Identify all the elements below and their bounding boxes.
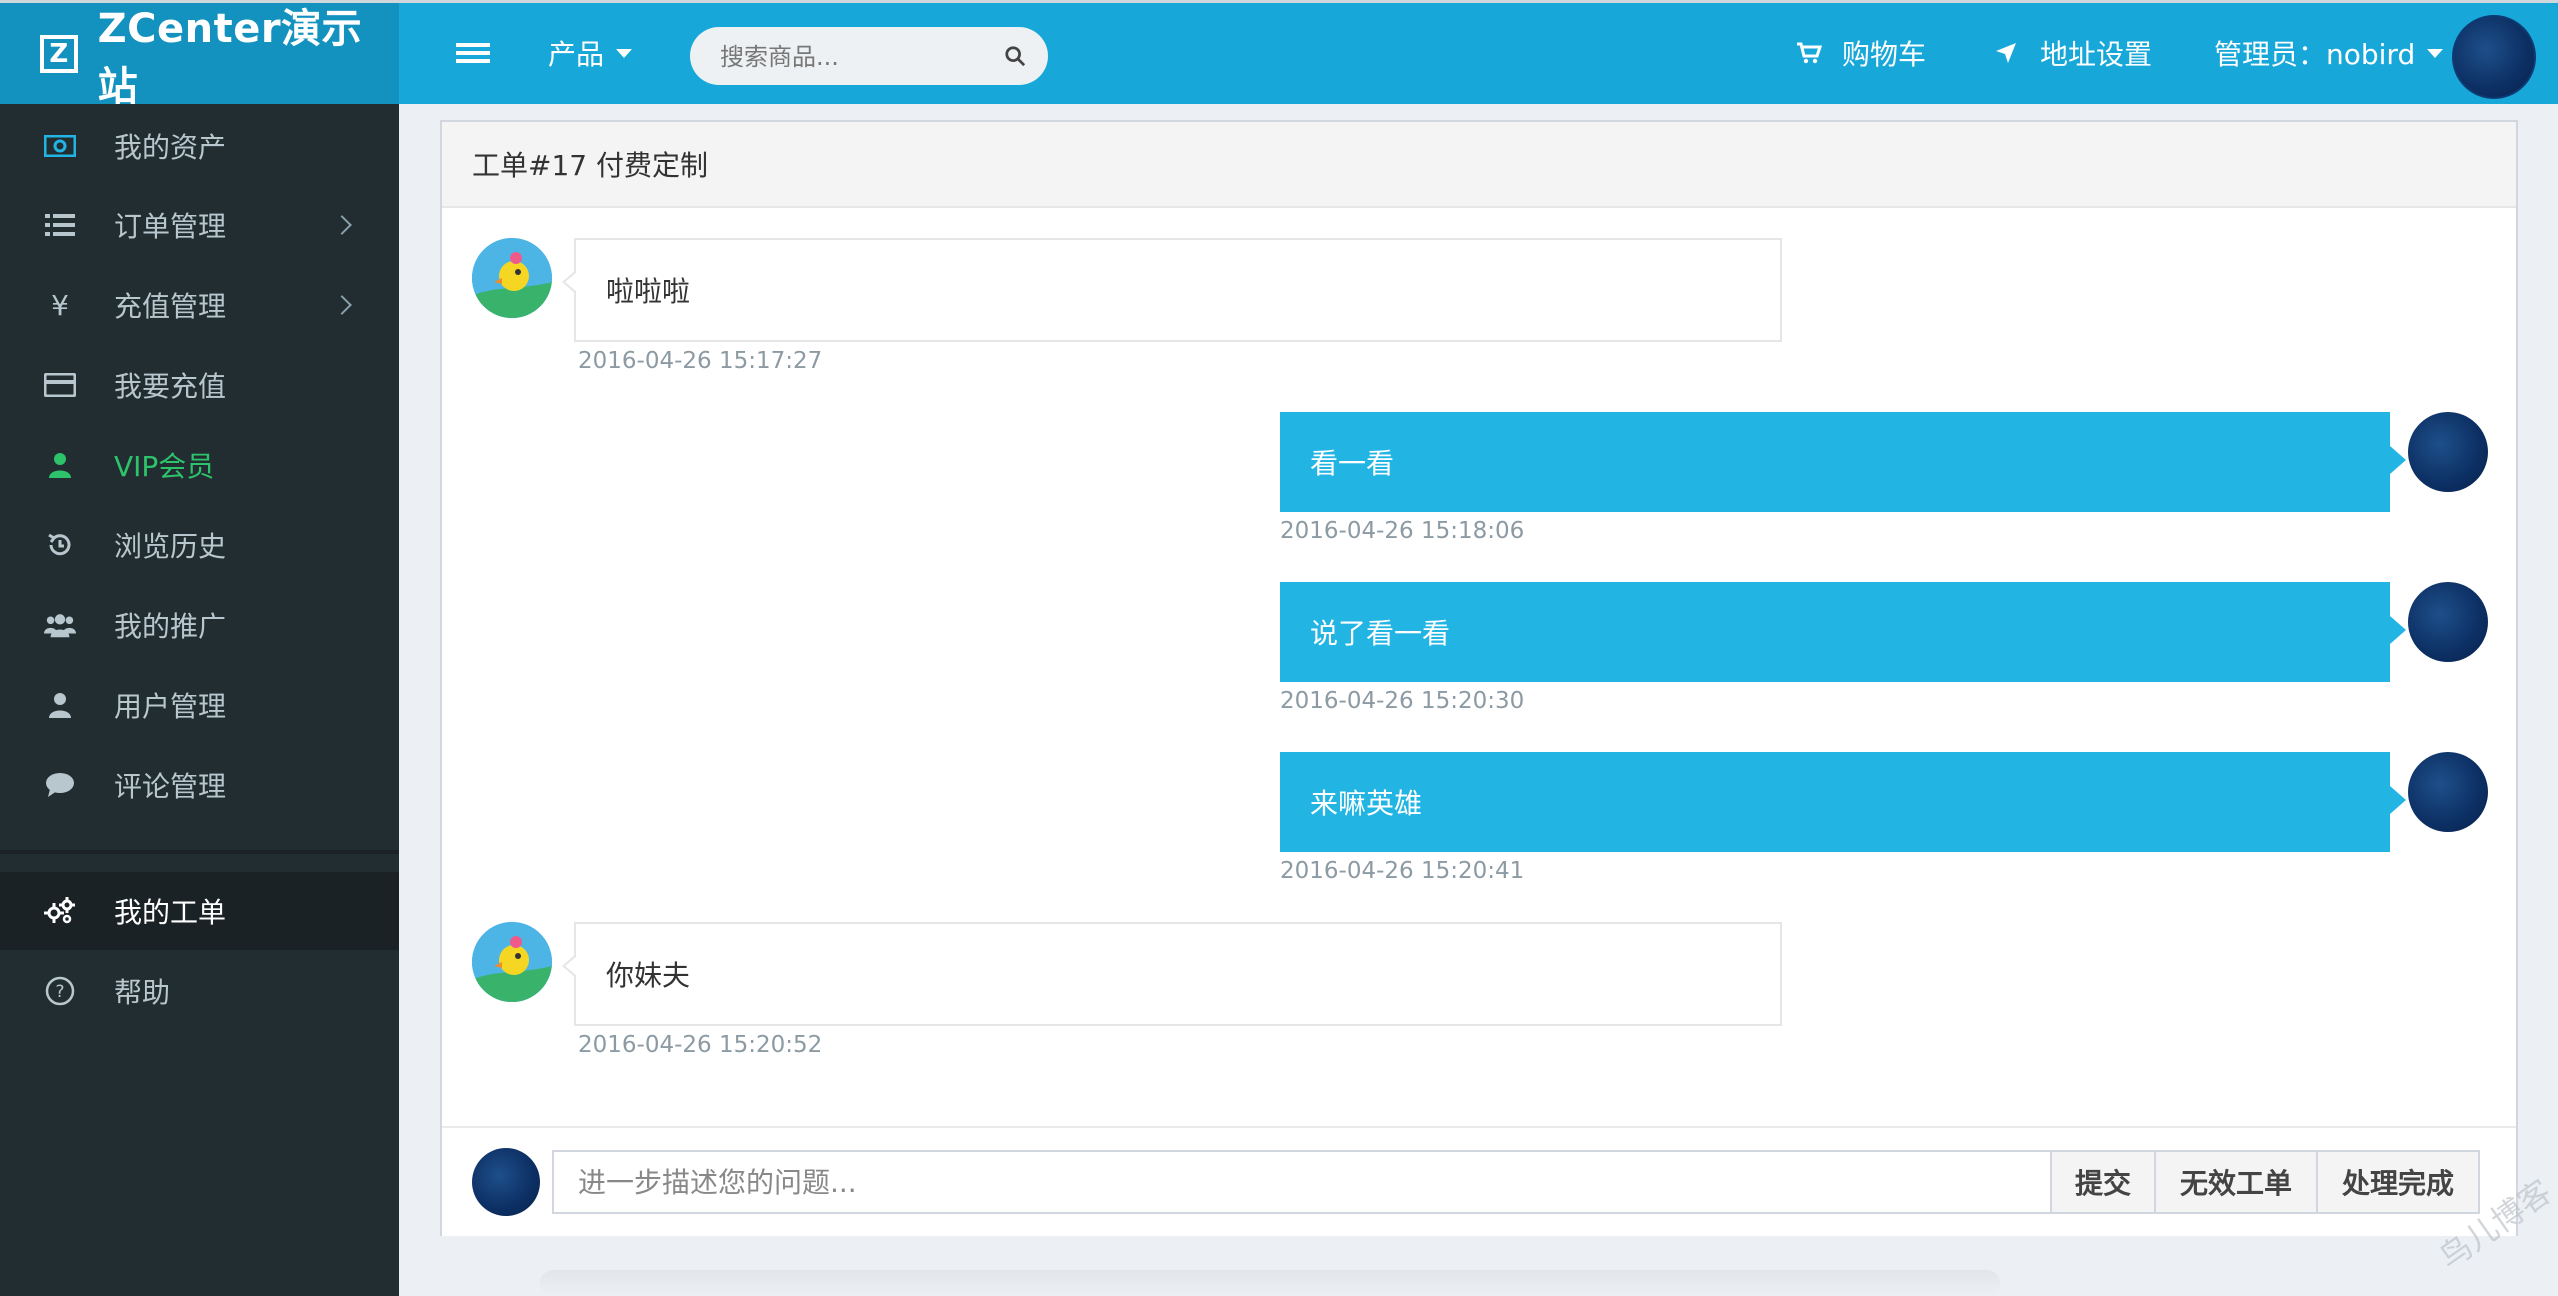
message-text: 看一看 — [1310, 447, 1395, 480]
admin-menu[interactable]: 管理员：nobird — [2214, 33, 2444, 73]
message-bubble: 说了看一看 — [1280, 582, 2406, 682]
history-icon — [44, 529, 76, 561]
svg-text:?: ? — [55, 982, 64, 1002]
money-icon — [44, 130, 76, 162]
sidebar-item-label: 评论管理 — [114, 770, 227, 803]
sidebar-item-label: 我的推广 — [114, 610, 227, 643]
message-text: 啦啦啦 — [606, 275, 691, 308]
message-text: 你妹夫 — [606, 959, 691, 992]
sidebar-item-label: 我的工单 — [114, 896, 227, 929]
sidebar-item-vip[interactable]: VIP会员 — [0, 426, 399, 504]
admin-avatar — [2408, 752, 2488, 832]
user-icon — [44, 689, 76, 721]
sidebar-item-orders[interactable]: 订单管理 — [0, 186, 399, 264]
reply-bar: 提交 无效工单 处理完成 — [442, 1126, 2516, 1236]
list-icon — [44, 209, 76, 241]
sidebar-item-label: 用户管理 — [114, 690, 227, 723]
message-timestamp: 2016-04-26 15:17:27 — [578, 348, 823, 374]
page-shadow — [540, 1270, 2000, 1296]
current-user-avatar — [472, 1148, 540, 1216]
customer-avatar — [472, 922, 552, 1002]
reply-input[interactable] — [552, 1150, 2052, 1214]
brand[interactable]: Z ZCenter演示站 — [0, 3, 399, 110]
sidebar: 我的资产 订单管理 ¥ 充值管理 我要充值 VIP会员 浏览历史 我的推广 用户… — [0, 104, 399, 1296]
question-circle-icon: ? — [44, 975, 76, 1007]
sidebar-item-history[interactable]: 浏览历史 — [0, 506, 399, 584]
product-label: 产品 — [548, 38, 605, 71]
search-box — [690, 27, 1048, 87]
admin-avatar[interactable] — [2452, 15, 2536, 99]
admin-avatar — [2408, 582, 2488, 662]
sidebar-item-label: 我的资产 — [114, 131, 227, 164]
search-input[interactable] — [718, 27, 992, 87]
message-timestamp: 2016-04-26 15:20:30 — [1280, 688, 1525, 714]
resolve-button[interactable]: 处理完成 — [2316, 1150, 2480, 1214]
cart-icon — [1797, 42, 1822, 64]
sidebar-item-label: 帮助 — [114, 976, 171, 1009]
sidebar-item-assets[interactable]: 我的资产 — [0, 107, 399, 185]
address-link[interactable]: 地址设置 — [1994, 33, 2152, 73]
product-dropdown[interactable]: 产品 — [548, 33, 633, 73]
message-text: 来嘛英雄 — [1310, 787, 1423, 820]
admin-label: 管理员：nobird — [2214, 38, 2416, 71]
yen-icon: ¥ — [51, 288, 69, 322]
ticket-title: 工单#17 付费定制 — [472, 149, 708, 182]
sidebar-item-tickets[interactable]: 我的工单 — [0, 872, 399, 950]
sidebar-toggle-icon[interactable] — [456, 39, 490, 67]
sidebar-item-label: 充值管理 — [114, 290, 227, 323]
message-timestamp: 2016-04-26 15:18:06 — [1280, 518, 1525, 544]
caret-down-icon — [616, 48, 633, 58]
location-arrow-icon — [1996, 43, 2016, 63]
brand-title: ZCenter演示站 — [97, 5, 363, 110]
message-timestamp: 2016-04-26 15:20:52 — [578, 1032, 823, 1058]
ticket-header: 工单#17 付费定制 — [442, 122, 2516, 208]
admin-avatar — [2408, 412, 2488, 492]
invalid-ticket-button[interactable]: 无效工单 — [2154, 1150, 2318, 1214]
users-icon — [44, 609, 76, 641]
sidebar-item-label: VIP会员 — [114, 450, 215, 483]
gears-icon — [44, 895, 76, 927]
chevron-right-icon — [332, 215, 352, 235]
search-icon[interactable] — [1004, 45, 1026, 67]
top-navbar: Z ZCenter演示站 产品 购物车 地址设置 管理员：nobird — [0, 0, 2558, 110]
message-bubble: 看一看 — [1280, 412, 2406, 512]
sidebar-item-user-management[interactable]: 用户管理 — [0, 666, 399, 744]
credit-card-icon — [44, 369, 76, 401]
ticket-panel: 工单#17 付费定制 啦啦啦 2016-04-26 15:17:27 看一看 2… — [440, 120, 2518, 1236]
sidebar-item-comments[interactable]: 评论管理 — [0, 746, 399, 824]
sidebar-item-help[interactable]: ? 帮助 — [0, 952, 399, 1030]
cart-label: 购物车 — [1842, 38, 1927, 71]
message-text: 说了看一看 — [1310, 617, 1451, 650]
sidebar-item-label: 我要充值 — [114, 370, 227, 403]
message-bubble: 啦啦啦 — [562, 238, 1782, 342]
logo-icon: Z — [40, 34, 78, 73]
user-icon — [44, 449, 76, 481]
address-label: 地址设置 — [2040, 38, 2153, 71]
sidebar-item-recharge-management[interactable]: ¥ 充值管理 — [0, 266, 399, 344]
sidebar-item-label: 浏览历史 — [114, 530, 227, 563]
sidebar-divider — [0, 850, 399, 854]
caret-down-icon — [2427, 48, 2444, 58]
submit-button[interactable]: 提交 — [2050, 1150, 2156, 1214]
message-bubble: 你妹夫 — [562, 922, 1782, 1026]
message-timestamp: 2016-04-26 15:20:41 — [1280, 858, 1525, 884]
sidebar-item-promotion[interactable]: 我的推广 — [0, 586, 399, 664]
customer-avatar — [472, 238, 552, 318]
sidebar-item-recharge[interactable]: 我要充值 — [0, 346, 399, 424]
cart-link[interactable]: 购物车 — [1796, 33, 1926, 73]
sidebar-item-label: 订单管理 — [114, 210, 227, 243]
message-bubble: 来嘛英雄 — [1280, 752, 2406, 852]
chevron-right-icon — [332, 295, 352, 315]
comment-icon — [44, 769, 76, 801]
